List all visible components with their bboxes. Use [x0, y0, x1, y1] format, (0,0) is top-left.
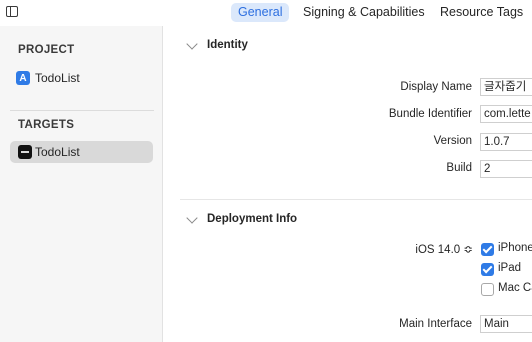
deployment-info-section-title[interactable]: Deployment Info [207, 213, 297, 225]
sidebar-item-target[interactable]: TodoList [10, 141, 153, 163]
build-field[interactable]: 2 [480, 160, 532, 178]
tab-resource-tags[interactable]: Resource Tags [433, 3, 530, 22]
version-label: Version [433, 135, 472, 147]
project-section-header: PROJECT [18, 44, 75, 56]
identity-section-title[interactable]: Identity [207, 39, 248, 51]
project-sidebar: PROJECT TodoList TARGETS TodoList [0, 26, 163, 342]
bundle-identifier-field[interactable]: com.lette [480, 105, 532, 123]
sidebar-divider [10, 110, 154, 111]
ios-version-select[interactable]: iOS 14.0 ≎ [415, 242, 473, 256]
sidebar-toggle-icon[interactable] [6, 6, 18, 17]
sidebar-item-label: TodoList [35, 145, 80, 159]
mac-catalyst-checkbox[interactable] [481, 283, 494, 296]
main-interface-label: Main Interface [399, 318, 472, 330]
tab-signing-capabilities[interactable]: Signing & Capabilities [296, 3, 432, 22]
iphone-checkbox[interactable] [481, 243, 494, 256]
version-field[interactable]: 1.0.7 [480, 133, 532, 151]
mac-catalyst-checkbox-label: Mac Ca [498, 282, 532, 294]
targets-section-header: TARGETS [18, 119, 75, 131]
bundle-identifier-label: Bundle Identifier [388, 108, 472, 120]
chevron-down-icon[interactable] [186, 212, 198, 224]
ipad-checkbox[interactable] [481, 263, 494, 276]
general-settings-pane: Identity Display Name 글자줍기 Bundle Identi… [164, 26, 532, 342]
iphone-checkbox-label: iPhone [498, 242, 532, 254]
display-name-label: Display Name [400, 81, 472, 93]
xcode-project-icon [16, 68, 30, 90]
main-interface-field[interactable]: Main [480, 315, 532, 333]
section-divider [180, 199, 532, 200]
chevron-down-icon[interactable] [186, 38, 198, 50]
ipad-checkbox-label: iPad [498, 262, 522, 274]
build-label: Build [446, 162, 472, 174]
tab-general[interactable]: General [231, 3, 290, 22]
app-target-icon [18, 145, 32, 159]
top-toolbar: General Signing & Capabilities Resource … [0, 0, 532, 26]
sidebar-item-label: TodoList [35, 71, 80, 85]
display-name-field[interactable]: 글자줍기 [480, 78, 532, 96]
